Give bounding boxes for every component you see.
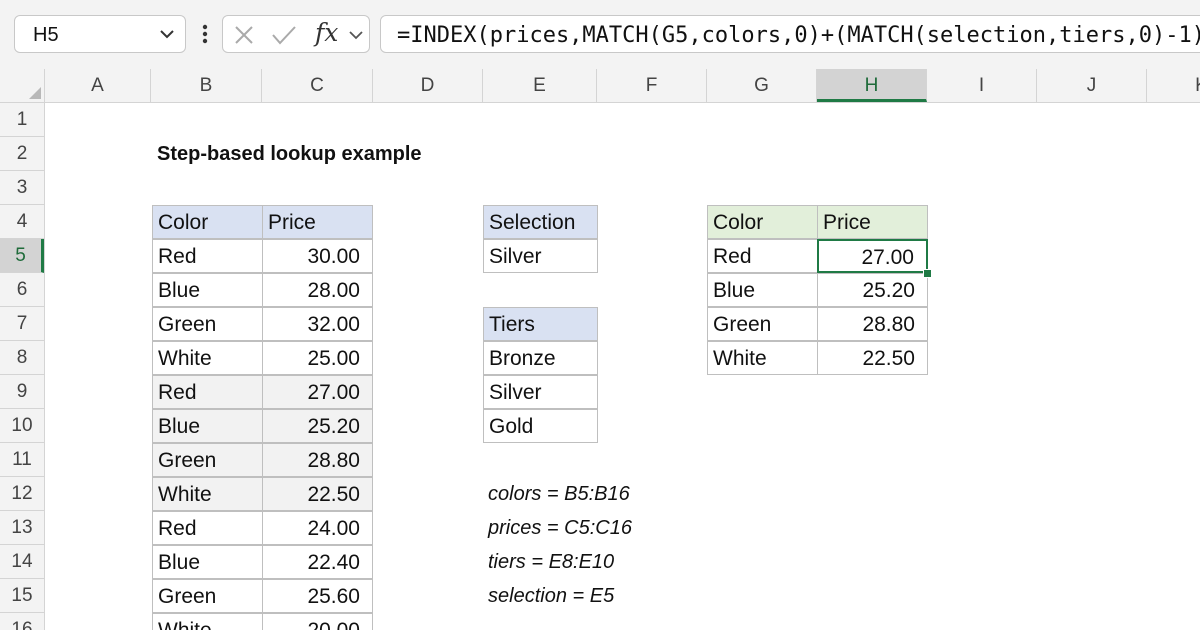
named-range-note: colors = B5:B16 [488, 483, 630, 505]
price-table-color[interactable]: Blue [152, 409, 263, 443]
price-table-price[interactable]: 25.60 [262, 579, 373, 613]
fx-icon[interactable]: fx [315, 18, 338, 47]
price-table-price[interactable]: 27.00 [262, 375, 373, 409]
column-header-i[interactable]: I [927, 69, 1037, 102]
row-header-2[interactable]: 2 [0, 137, 44, 171]
price-table-price[interactable]: 24.00 [262, 511, 373, 545]
sheet-title: Step-based lookup example [157, 143, 422, 165]
row-header-4[interactable]: 4 [0, 205, 44, 239]
result-table-color[interactable]: White [707, 341, 818, 375]
select-all-triangle-icon [29, 87, 41, 99]
row-header-15[interactable]: 15 [0, 579, 44, 613]
price-table-color[interactable]: White [152, 613, 263, 630]
price-table-price[interactable]: 25.20 [262, 409, 373, 443]
column-header-j[interactable]: J [1037, 69, 1147, 102]
row-header-bar: 1 2 3 4 5 6 7 8 9 10 11 12 13 14 15 16 [0, 103, 45, 630]
tiers-header[interactable]: Tiers [483, 307, 598, 341]
row-header-11[interactable]: 11 [0, 443, 44, 477]
chevron-down-icon[interactable] [347, 26, 365, 44]
price-table-color[interactable]: Red [152, 375, 263, 409]
formula-bar: H5 fx =INDEX(prices,MATCH(G5,colors,0)+(… [0, 0, 1200, 69]
price-table-color[interactable]: Red [152, 239, 263, 273]
formula-actions: fx [222, 15, 370, 53]
row-header-5[interactable]: 5 [0, 239, 44, 273]
row-header-12[interactable]: 12 [0, 477, 44, 511]
chevron-down-icon[interactable] [157, 24, 177, 44]
price-table-price[interactable]: 32.00 [262, 307, 373, 341]
price-table-price[interactable]: 28.00 [262, 273, 373, 307]
price-table-color[interactable]: Blue [152, 273, 263, 307]
column-header-bar: A B C D E F G H I J K [0, 69, 1200, 103]
vertical-ellipsis-icon[interactable] [196, 17, 214, 51]
name-box-value: H5 [33, 24, 59, 46]
column-header-e[interactable]: E [483, 69, 597, 102]
fill-handle[interactable] [923, 269, 932, 278]
row-header-8[interactable]: 8 [0, 341, 44, 375]
result-table-price[interactable]: 28.80 [817, 307, 928, 341]
price-table-price[interactable]: 28.80 [262, 443, 373, 477]
price-table-color[interactable]: White [152, 341, 263, 375]
price-table-price[interactable]: 25.00 [262, 341, 373, 375]
price-table-color[interactable]: Red [152, 511, 263, 545]
result-table-header-color[interactable]: Color [707, 205, 818, 239]
column-header-k[interactable]: K [1147, 69, 1200, 102]
result-table-price[interactable]: 22.50 [817, 341, 928, 375]
column-header-a[interactable]: A [45, 69, 151, 102]
column-header-d[interactable]: D [373, 69, 483, 102]
price-table-price[interactable]: 22.40 [262, 545, 373, 579]
price-table-color[interactable]: Green [152, 443, 263, 477]
row-header-3[interactable]: 3 [0, 171, 44, 205]
formula-text: =INDEX(prices,MATCH(G5,colors,0)+(MATCH(… [397, 23, 1200, 48]
price-table-header-price[interactable]: Price [262, 205, 373, 239]
price-table-color[interactable]: Green [152, 579, 263, 613]
select-all-button[interactable] [0, 69, 45, 102]
column-header-b[interactable]: B [151, 69, 262, 102]
worksheet-grid[interactable]: Step-based lookup example Color Price Re… [45, 103, 1200, 630]
row-header-7[interactable]: 7 [0, 307, 44, 341]
tier-item[interactable]: Gold [483, 409, 598, 443]
selection-value[interactable]: Silver [483, 239, 598, 273]
row-header-14[interactable]: 14 [0, 545, 44, 579]
price-table-color[interactable]: Blue [152, 545, 263, 579]
price-table-price[interactable]: 22.50 [262, 477, 373, 511]
row-header-13[interactable]: 13 [0, 511, 44, 545]
row-header-6[interactable]: 6 [0, 273, 44, 307]
result-table-color[interactable]: Green [707, 307, 818, 341]
formula-input[interactable]: =INDEX(prices,MATCH(G5,colors,0)+(MATCH(… [380, 15, 1200, 53]
name-box[interactable]: H5 [14, 15, 186, 53]
row-header-9[interactable]: 9 [0, 375, 44, 409]
row-header-1[interactable]: 1 [0, 103, 44, 137]
price-table-color[interactable]: Green [152, 307, 263, 341]
result-table-price[interactable]: 25.20 [817, 273, 928, 307]
price-table-price[interactable]: 20.00 [262, 613, 373, 630]
named-range-note: tiers = E8:E10 [488, 551, 615, 573]
tier-item[interactable]: Silver [483, 375, 598, 409]
tier-item[interactable]: Bronze [483, 341, 598, 375]
column-header-h[interactable]: H [817, 69, 927, 102]
selection-header[interactable]: Selection [483, 205, 598, 239]
result-table-color[interactable]: Blue [707, 273, 818, 307]
result-table-color[interactable]: Red [707, 239, 818, 273]
column-header-f[interactable]: F [597, 69, 707, 102]
column-header-g[interactable]: G [707, 69, 817, 102]
active-cell-h5[interactable]: 27.00 [817, 239, 928, 273]
named-range-note: selection = E5 [488, 585, 615, 607]
row-header-16[interactable]: 16 [0, 613, 44, 630]
row-header-10[interactable]: 10 [0, 409, 44, 443]
named-range-note: prices = C5:C16 [488, 517, 632, 539]
checkmark-icon[interactable] [271, 24, 297, 46]
price-table-color[interactable]: White [152, 477, 263, 511]
close-icon[interactable] [233, 24, 255, 46]
result-table-header-price[interactable]: Price [817, 205, 928, 239]
price-table-header-color[interactable]: Color [152, 205, 263, 239]
price-table-price[interactable]: 30.00 [262, 239, 373, 273]
column-header-c[interactable]: C [262, 69, 373, 102]
